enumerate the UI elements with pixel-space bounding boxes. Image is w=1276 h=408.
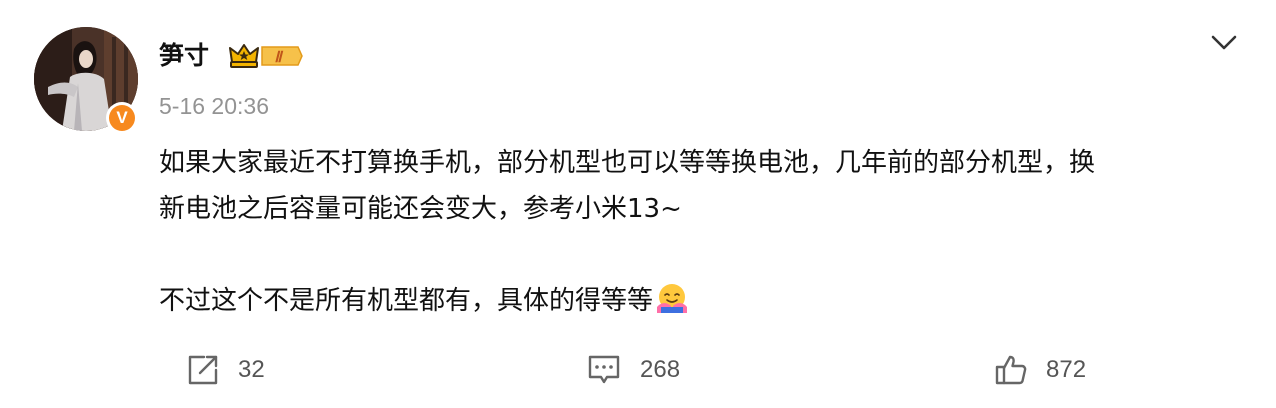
verified-icon: V [109, 105, 135, 131]
content-line: 新电池之后容量可能还会变大，参考小米13~ [159, 194, 682, 224]
verified-badge: V [106, 102, 138, 134]
post-content: 如果大家最近不打算换手机，部分机型也可以等等换电池，几年前的部分机型，换 新电池… [159, 140, 1249, 324]
repost-button[interactable]: 32 [186, 350, 265, 390]
like-count: 872 [1046, 356, 1087, 383]
like-button[interactable]: 872 [994, 350, 1086, 390]
hugging-face-emoji-icon [657, 284, 688, 313]
content-text: 不过这个不是所有机型都有，具体的得等等 [159, 286, 654, 316]
repost-icon [188, 355, 218, 385]
content-line: 如果大家最近不打算换手机，部分机型也可以等等换电池，几年前的部分机型，换 [159, 148, 1096, 178]
author-name[interactable]: 笋寸 [159, 36, 209, 76]
post-timestamp[interactable]: 5-16 20:36 [159, 89, 269, 123]
repost-count: 32 [238, 356, 265, 383]
chevron-down-icon[interactable] [1208, 28, 1240, 56]
weibo-post: V 笋寸 Ⅱ 5-16 20:36 如果大家最近不打算换手机，部分机型也可以等等… [0, 0, 1276, 408]
thumbs-up-icon [995, 355, 1027, 385]
vip-level-badge-icon[interactable]: Ⅱ [228, 42, 304, 70]
comment-button[interactable]: 268 [586, 350, 680, 390]
content-line: 不过这个不是所有机型都有，具体的得等等 [159, 278, 1249, 324]
comment-icon [588, 355, 620, 384]
comment-count: 268 [640, 356, 681, 383]
